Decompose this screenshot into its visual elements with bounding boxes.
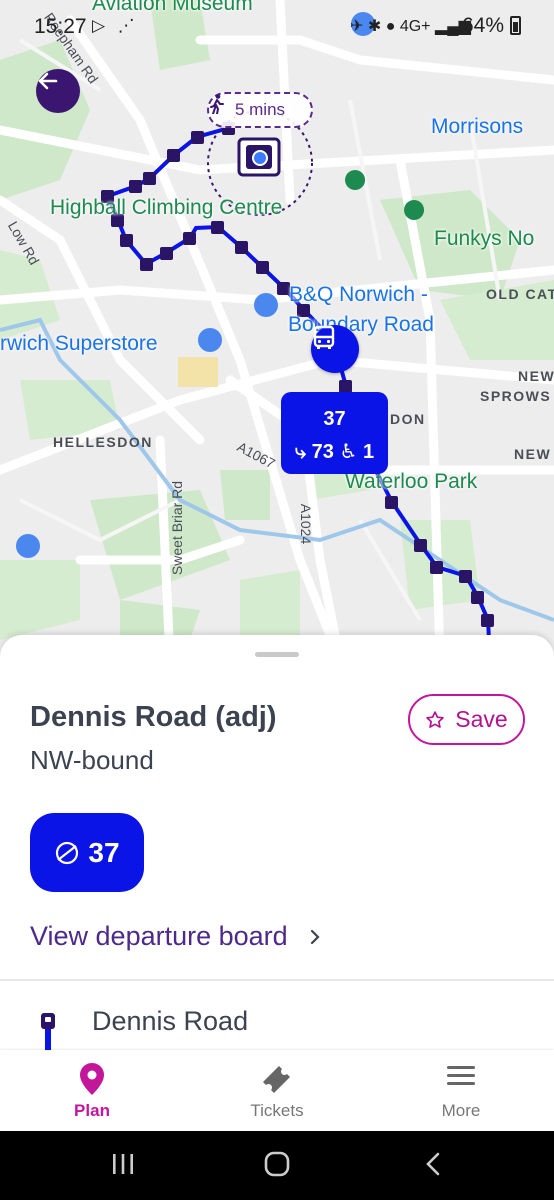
- walk-icon: [210, 94, 224, 114]
- stop-title: Dennis Road (adj): [30, 701, 277, 733]
- status-bar: 15:27 ▷ ⋰ ✈ ✱ ● 4G+ ▂▄▆ 64%: [0, 0, 554, 52]
- network-label: 4G+: [399, 18, 431, 35]
- bus-icon: [313, 325, 335, 349]
- route-chip[interactable]: 37: [30, 813, 144, 892]
- stop-details-sheet: Dennis Road (adj) NW-bound Save 37 View …: [0, 635, 554, 1050]
- back-button[interactable]: [36, 69, 80, 113]
- map-label-funkys[interactable]: Funkys No: [434, 227, 534, 251]
- map-label-highball[interactable]: Highball Climbing Centre: [50, 196, 282, 220]
- callout-seats: 73: [311, 441, 334, 463]
- nav-more-label: More: [441, 1101, 481, 1120]
- menu-icon: [447, 1066, 475, 1085]
- save-label: Save: [455, 706, 508, 732]
- nav-more[interactable]: More: [391, 1050, 531, 1131]
- view-departure-board-link[interactable]: View departure board: [30, 921, 322, 952]
- ticket-icon: [263, 1066, 290, 1093]
- route-chip-number: 37: [88, 836, 120, 868]
- callout-capacity: ⤷ 73 ♿ 1: [281, 439, 388, 464]
- map-label-bq-2[interactable]: Boundary Road: [288, 313, 434, 337]
- walk-time: 5 mins: [234, 100, 286, 119]
- nav-plan[interactable]: Plan: [22, 1050, 162, 1131]
- save-button[interactable]: Save: [408, 694, 525, 745]
- departure-link-label: View departure board: [30, 921, 288, 951]
- star-icon: [426, 710, 445, 728]
- map-label-don: DON: [390, 411, 426, 427]
- sheet-drag-handle[interactable]: [255, 652, 299, 657]
- map-label-sweet-briar: Sweet Briar Rd: [169, 480, 186, 576]
- nav-tickets-label: Tickets: [250, 1101, 304, 1120]
- notification-icons: ▷ ⋰: [92, 16, 139, 35]
- callout-wheelchair: 1: [362, 441, 375, 463]
- map-label-morrisons[interactable]: Morrisons: [431, 115, 523, 139]
- bottom-navigation: Plan Tickets More: [0, 1050, 554, 1131]
- map-label-sprows: SPROWS: [480, 388, 552, 404]
- map-label-new-2: NEW: [514, 446, 552, 462]
- back-arrow-icon: [38, 72, 58, 90]
- stop-list-name: Dennis Road: [92, 1006, 249, 1036]
- bus-stop-icon: [41, 1013, 55, 1029]
- battery-icon: [510, 16, 521, 35]
- map-label-new: NEW: [518, 368, 554, 384]
- recents-icon[interactable]: [111, 1151, 135, 1177]
- map-label-a1024: A1024: [298, 503, 315, 545]
- map[interactable]: Aviation Museum Morrisons Highball Climb…: [0, 0, 554, 660]
- map-label-old-cat: OLD CAT: [486, 286, 554, 302]
- chevron-right-icon: [310, 929, 320, 944]
- map-label-superstore[interactable]: rwich Superstore: [0, 332, 158, 356]
- route-line: [45, 1029, 51, 1050]
- stop-list-item[interactable]: Dennis Road: [0, 999, 554, 1050]
- map-label-bq[interactable]: B&Q Norwich -: [289, 283, 428, 307]
- map-label-hellesdon: HELLESDON: [53, 434, 153, 450]
- status-time: 15:27: [34, 15, 87, 38]
- stop-direction: NW-bound: [30, 745, 154, 775]
- route-callout[interactable]: 37 ⤷ 73 ♿ 1: [281, 392, 388, 474]
- wheelchair-icon: ♿: [339, 441, 358, 463]
- walk-time-pill: 5 mins: [207, 92, 313, 128]
- bus-stop-pin[interactable]: [311, 325, 359, 373]
- nav-plan-label: Plan: [74, 1101, 110, 1120]
- location-pin-icon: [80, 1063, 104, 1095]
- battery-percent: 64%: [462, 14, 505, 37]
- route-icon: [56, 841, 79, 864]
- seat-icon: ⤷: [294, 441, 307, 463]
- nav-tickets[interactable]: Tickets: [207, 1050, 347, 1131]
- system-back-icon[interactable]: [424, 1151, 442, 1177]
- system-navigation-bar: [0, 1131, 554, 1200]
- divider: [0, 979, 554, 981]
- home-icon[interactable]: [264, 1151, 290, 1177]
- callout-route-number: 37: [323, 408, 346, 430]
- status-icons: ✈ ✱ ● 4G+ ▂▄▆: [350, 18, 471, 35]
